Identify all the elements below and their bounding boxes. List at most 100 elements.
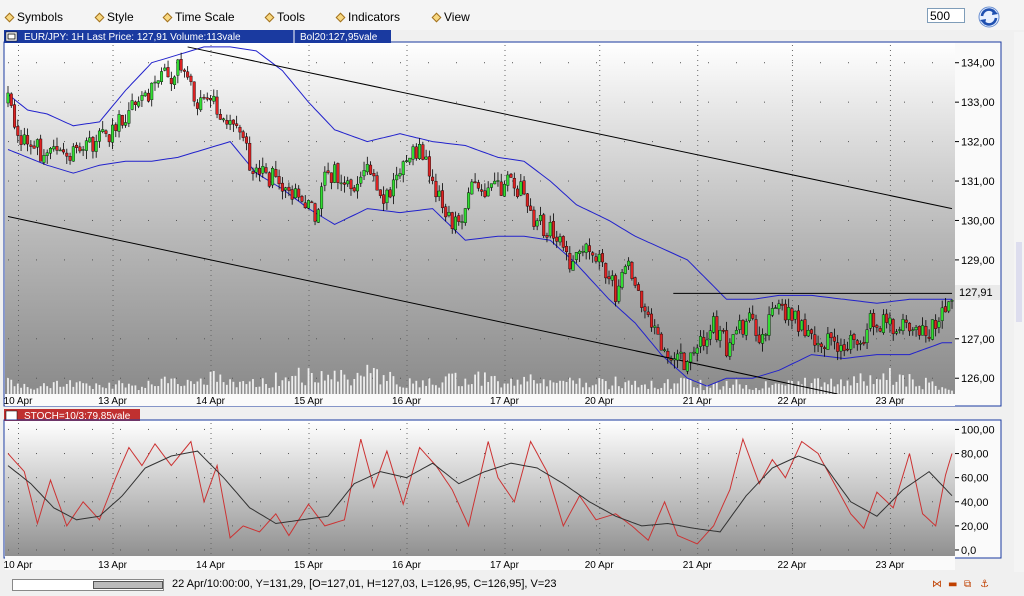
price-grid-dot <box>112 370 114 371</box>
volume-bar <box>206 384 209 394</box>
zoom-out-icon[interactable]: ⋈ <box>932 579 942 590</box>
price-grid-dot <box>18 170 19 171</box>
price-grid-dot <box>889 275 891 276</box>
stoch-grid-dot <box>36 501 37 503</box>
horizontal-scrollbar[interactable] <box>12 579 164 591</box>
volume-bar <box>647 388 650 394</box>
price-grid-dot <box>791 125 793 126</box>
price-grid-dot <box>791 165 793 166</box>
stoch-grid-dot <box>791 528 793 529</box>
stoch-grid-dot <box>889 508 891 509</box>
candle-down <box>280 182 284 192</box>
volume-bar <box>111 388 114 394</box>
volume-bar <box>389 371 392 394</box>
stoch-axis-bg <box>955 421 1000 557</box>
price-grid-dot <box>406 300 408 301</box>
price-grid-dot <box>18 90 19 91</box>
menu-symbols-label: Symbols <box>17 10 64 24</box>
menu-view[interactable]: View <box>431 10 470 24</box>
menu-indicators-label: Indicators <box>348 10 401 24</box>
price-grid-dot <box>904 377 905 379</box>
price-grid-dot <box>92 62 93 64</box>
volume-bar <box>709 387 712 394</box>
price-grid-dot <box>308 245 310 246</box>
volume-bar <box>787 380 790 394</box>
chart-area[interactable]: 134,00133,00132,00131,00130,00129,00127,… <box>0 28 1014 576</box>
volume-bar <box>382 375 385 394</box>
price-grid-dot <box>232 377 233 379</box>
price-grid-dot <box>428 101 429 103</box>
price-grid-dot <box>889 70 891 71</box>
price-grid-dot <box>18 380 19 381</box>
candle-down <box>600 253 604 263</box>
price-grid-dot <box>112 195 114 196</box>
volume-bar <box>516 379 519 394</box>
candle-up <box>94 141 98 152</box>
price-grid-dot <box>889 65 891 66</box>
volume-bar <box>918 385 921 394</box>
stoch-grid-dot <box>540 501 541 503</box>
price-grid-dot <box>889 225 891 226</box>
expand-icon[interactable]: ⧉ <box>964 579 971 590</box>
menu-symbols[interactable]: Symbols <box>4 10 64 24</box>
vertical-scrollbar[interactable] <box>1014 32 1024 572</box>
menu-time-scale[interactable]: Time Scale <box>162 10 235 24</box>
price-grid-dot <box>697 295 699 296</box>
vertical-scroll-thumb[interactable] <box>1016 242 1022 322</box>
volume-bar <box>555 382 558 394</box>
price-grid-dot <box>791 245 793 246</box>
price-grid-dot <box>889 360 891 361</box>
stoch-grid-dot <box>308 428 310 429</box>
price-grid-dot <box>652 219 653 221</box>
price-grid-dot <box>504 210 506 211</box>
candle-down <box>9 93 13 106</box>
price-grid-dot <box>308 320 310 321</box>
candle-down <box>192 81 196 102</box>
stoch-grid-dot <box>697 483 699 484</box>
volume-bar <box>503 383 506 394</box>
volume-bar <box>376 369 379 394</box>
bar-count-input[interactable] <box>927 8 965 23</box>
candle-up <box>548 221 552 237</box>
stoch-grid-dot <box>428 525 429 527</box>
anchor-icon[interactable]: ⚓ <box>980 579 989 590</box>
price-grid-dot <box>791 185 793 186</box>
candle-up <box>101 129 105 132</box>
stoch-grid-dot <box>889 548 891 549</box>
menu-style[interactable]: Style <box>94 10 134 24</box>
price-grid-dot <box>540 377 541 379</box>
price-grid-dot <box>372 101 373 103</box>
price-grid-dot <box>791 180 793 181</box>
volume-bar <box>461 386 463 394</box>
stoch-panel-menu-icon[interactable] <box>5 410 18 421</box>
stoch-grid-dot <box>820 549 821 551</box>
horizontal-scroll-thumb[interactable] <box>93 581 163 589</box>
stoch-grid-dot <box>316 501 317 503</box>
candle-up <box>470 181 474 195</box>
candle-up <box>653 325 657 328</box>
minus-icon[interactable]: ▬ <box>948 579 957 590</box>
price-grid-dot <box>791 170 793 171</box>
price-grid-dot <box>599 110 601 111</box>
price-grid-dot <box>504 115 506 116</box>
stoch-grid-dot <box>406 523 408 524</box>
stoch-grid-dot <box>792 525 793 527</box>
price-grid-dot <box>652 377 653 379</box>
price-grid-dot <box>791 75 793 76</box>
volume-bar <box>124 387 127 394</box>
price-info-label: EUR/JPY: 1H Last Price: 127,91 Volume:11… <box>24 32 241 43</box>
price-grid-dot <box>791 230 793 231</box>
menu-indicators[interactable]: Indicators <box>335 10 401 24</box>
refresh-icon[interactable] <box>977 5 1001 29</box>
price-grid-dot <box>599 225 601 226</box>
stoch-grid-dot <box>400 501 401 503</box>
candle-up <box>398 173 402 177</box>
price-grid-dot <box>736 219 737 221</box>
volume-bar <box>284 377 287 394</box>
volume-bar <box>921 389 924 394</box>
menu-tools[interactable]: Tools <box>264 10 305 24</box>
candle-up <box>747 312 751 321</box>
price-grid-dot <box>112 380 114 381</box>
price-grid-dot <box>624 259 625 261</box>
price-grid-dot <box>599 245 601 246</box>
